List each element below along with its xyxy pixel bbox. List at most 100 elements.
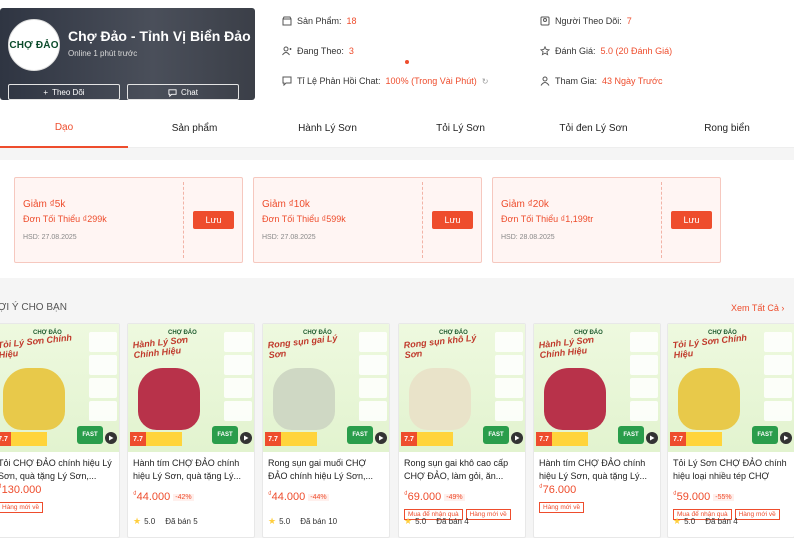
play-icon[interactable] bbox=[240, 432, 252, 444]
product-name: Hành tím CHỢ ĐẢO chính hiệu Lý Sơn, quà … bbox=[539, 458, 647, 481]
product-package-shape bbox=[678, 368, 740, 430]
carousel-dot bbox=[405, 60, 409, 64]
sale-badge: 7.7 bbox=[265, 432, 281, 446]
product-rating: 5.0 bbox=[279, 517, 291, 526]
product-name: Rong sụn gai muối CHỢ ĐẢO chính hiệu Lý … bbox=[268, 458, 373, 481]
product-card[interactable]: CHỢ ĐẢO Tỏi Lý Sơn Chính Hiệu 7.7 FAST Tỏi L… bbox=[667, 323, 794, 538]
product-image-headline: Hành Lý Sơn Chính Hiệu bbox=[538, 334, 595, 361]
star-icon bbox=[540, 46, 550, 56]
voucher-expiry: HSD: 28.08.2025 bbox=[501, 234, 555, 241]
promo-banner bbox=[417, 432, 453, 446]
stat-products-label: Sản Phẩm: bbox=[297, 16, 342, 26]
voucher-expiry: HSD: 27.08.2025 bbox=[262, 234, 316, 241]
sale-badge: 7.7 bbox=[536, 432, 552, 446]
tab-toi-ly-son[interactable]: Tỏi Lý Sơn bbox=[394, 108, 527, 148]
product-image: CHỢ ĐẢO Hành Lý Sơn Chính Hiệu 7.7 FAST bbox=[534, 324, 660, 452]
voucher-card: Giảm ₫20k Đơn Tối Thiểu ₫1,199tr HSD: 28… bbox=[492, 177, 721, 263]
play-icon[interactable] bbox=[780, 432, 792, 444]
product-rating: 5.0 bbox=[144, 517, 156, 526]
voucher-divider bbox=[183, 182, 184, 258]
product-card[interactable]: CHỢ ĐẢO Rong sụn gai Lý Sơn 7.7 FAST Rong sụ… bbox=[262, 323, 390, 538]
product-price: 59.000 bbox=[676, 491, 711, 503]
stat-followers: Người Theo Dõi: 7 bbox=[540, 16, 632, 26]
voucher-divider bbox=[661, 182, 662, 258]
product-tags: Hàng mới về bbox=[539, 502, 585, 513]
product-price-row: ₫44.000 -44% bbox=[268, 491, 329, 503]
product-card[interactable]: CHỢ ĐẢO Rong sụn khô Lý Sơn 7.7 FAST Rong sụ… bbox=[398, 323, 526, 538]
product-image-badges bbox=[764, 332, 792, 424]
product-card[interactable]: CHỢ ĐẢO Hành Lý Sơn Chính Hiệu 7.7 FAST Hành… bbox=[533, 323, 661, 538]
shop-tabs: Dạo Sản phẩm Hành Lý Sơn Tỏi Lý Sơn Tỏi … bbox=[0, 108, 794, 148]
promo-banner bbox=[146, 432, 182, 446]
product-name: Tỏi Lý Sơn CHỢ ĐẢO chính hiệu loại nhiều… bbox=[673, 458, 787, 481]
tab-san-pham[interactable]: Sản phẩm bbox=[128, 108, 261, 148]
stat-rating: Đánh Giá: 5.0 (20 Đánh Giá) bbox=[540, 46, 672, 56]
fast-delivery-icon: FAST bbox=[347, 426, 373, 444]
tab-dao[interactable]: Dạo bbox=[0, 108, 128, 148]
see-all-link[interactable]: Xem Tất Cả › bbox=[731, 303, 784, 313]
chat-bubble-icon bbox=[282, 76, 292, 86]
tab-rong-bien[interactable]: Rong biển bbox=[660, 108, 794, 148]
product-price: 44.000 bbox=[271, 491, 306, 503]
shop-avatar[interactable]: CHỢ ĐẢO bbox=[8, 19, 60, 71]
stat-joined-value: 43 Ngày Trước bbox=[602, 76, 663, 86]
play-icon[interactable] bbox=[646, 432, 658, 444]
product-price-row: ₫44.000 -42% bbox=[133, 491, 194, 503]
voucher-save-button[interactable]: Lưu bbox=[671, 211, 712, 229]
fast-delivery-icon: FAST bbox=[618, 426, 644, 444]
play-icon[interactable] bbox=[105, 432, 117, 444]
product-price: 44.000 bbox=[136, 491, 171, 503]
stat-chat-rate: Tỉ Lệ Phản Hồi Chat: 100% (Trong Vài Phú… bbox=[282, 76, 488, 86]
product-image: CHỢ ĐẢOTỏi Lý Sơn Chính Hiệu7.7FAST bbox=[668, 324, 794, 452]
user-icon bbox=[540, 76, 550, 86]
product-rating-row: ★ 5.0 Đã bán 10 bbox=[268, 516, 337, 527]
play-icon[interactable] bbox=[511, 432, 523, 444]
promo-banner bbox=[11, 432, 47, 446]
product-price: 76.000 bbox=[542, 484, 577, 496]
product-package-shape bbox=[544, 368, 606, 430]
chat-icon bbox=[168, 88, 177, 97]
product-image-badges bbox=[359, 332, 387, 424]
sale-badge: 7.7 bbox=[0, 432, 11, 446]
product-package-shape bbox=[138, 368, 200, 430]
voucher-save-button[interactable]: Lưu bbox=[193, 211, 234, 229]
product-image-headline: Rong sụn gai Lý Sơn bbox=[267, 332, 338, 361]
product-tag: Hàng mới về bbox=[539, 502, 585, 513]
stat-rating-label: Đánh Giá: bbox=[555, 46, 596, 56]
tab-hanh-ly-son[interactable]: Hành Lý Sơn bbox=[261, 108, 394, 148]
product-image-badges bbox=[630, 332, 658, 424]
product-card[interactable]: CHỢ ĐẢOTỏi Lý Sơn Chính Hiệu7.7FASTTỏi C… bbox=[0, 323, 120, 538]
stat-joined-label: Tham Gia: bbox=[555, 76, 598, 86]
product-image: CHỢ ĐẢOTỏi Lý Sơn Chính Hiệu7.7FAST bbox=[0, 324, 119, 452]
voucher-title: Giảm ₫10k bbox=[262, 199, 310, 210]
store-icon bbox=[282, 16, 292, 26]
product-rating: 5.0 bbox=[684, 517, 696, 526]
promo-banner bbox=[686, 432, 722, 446]
tab-toi-den-ly-son[interactable]: Tỏi đen Lý Sơn bbox=[527, 108, 660, 148]
voucher-card: Giảm ₫5k Đơn Tối Thiểu ₫299k HSD: 27.08.… bbox=[14, 177, 243, 263]
product-price: 69.000 bbox=[407, 491, 442, 503]
voucher-minimum: Đơn Tối Thiểu ₫1,199tr bbox=[501, 214, 594, 224]
product-image-headline: Rong sụn khô Lý Sơn bbox=[403, 332, 477, 361]
chat-label: Chat bbox=[181, 87, 198, 97]
sale-badge: 7.7 bbox=[401, 432, 417, 446]
voucher-save-button[interactable]: Lưu bbox=[432, 211, 473, 229]
discount-badge: -42% bbox=[173, 493, 194, 501]
plus-icon: + bbox=[43, 87, 49, 97]
stat-followers-value: 7 bbox=[626, 16, 632, 26]
product-sold-count: Đã bán 4 bbox=[436, 517, 469, 526]
product-card[interactable]: CHỢ ĐẢO Hành Lý Sơn Chính Hiệu 7.7 FAST Hành… bbox=[127, 323, 255, 538]
voucher-divider bbox=[422, 182, 423, 258]
chevron-right-icon: › bbox=[781, 303, 785, 313]
product-image: CHỢ ĐẢO Rong sụn khô Lý Sơn 7.7 FAST bbox=[399, 324, 525, 452]
shop-header: CHỢ ĐẢO Chợ Đảo - Tỉnh Vị Biển Đảo Onlin… bbox=[0, 0, 794, 108]
product-sold-count: Đã bán 4 bbox=[705, 517, 738, 526]
stat-joined: Tham Gia: 43 Ngày Trước bbox=[540, 76, 662, 86]
chat-button[interactable]: Chat bbox=[127, 84, 239, 100]
discount-badge: -49% bbox=[444, 493, 465, 501]
shop-card: CHỢ ĐẢO Chợ Đảo - Tỉnh Vị Biển Đảo Onlin… bbox=[0, 8, 255, 100]
play-icon[interactable] bbox=[375, 432, 387, 444]
follow-button[interactable]: + Theo Dõi bbox=[8, 84, 120, 100]
voucher-card: Giảm ₫10k Đơn Tối Thiểu ₫599k HSD: 27.08… bbox=[253, 177, 482, 263]
stat-chat-label: Tỉ Lệ Phản Hồi Chat: bbox=[297, 76, 381, 86]
